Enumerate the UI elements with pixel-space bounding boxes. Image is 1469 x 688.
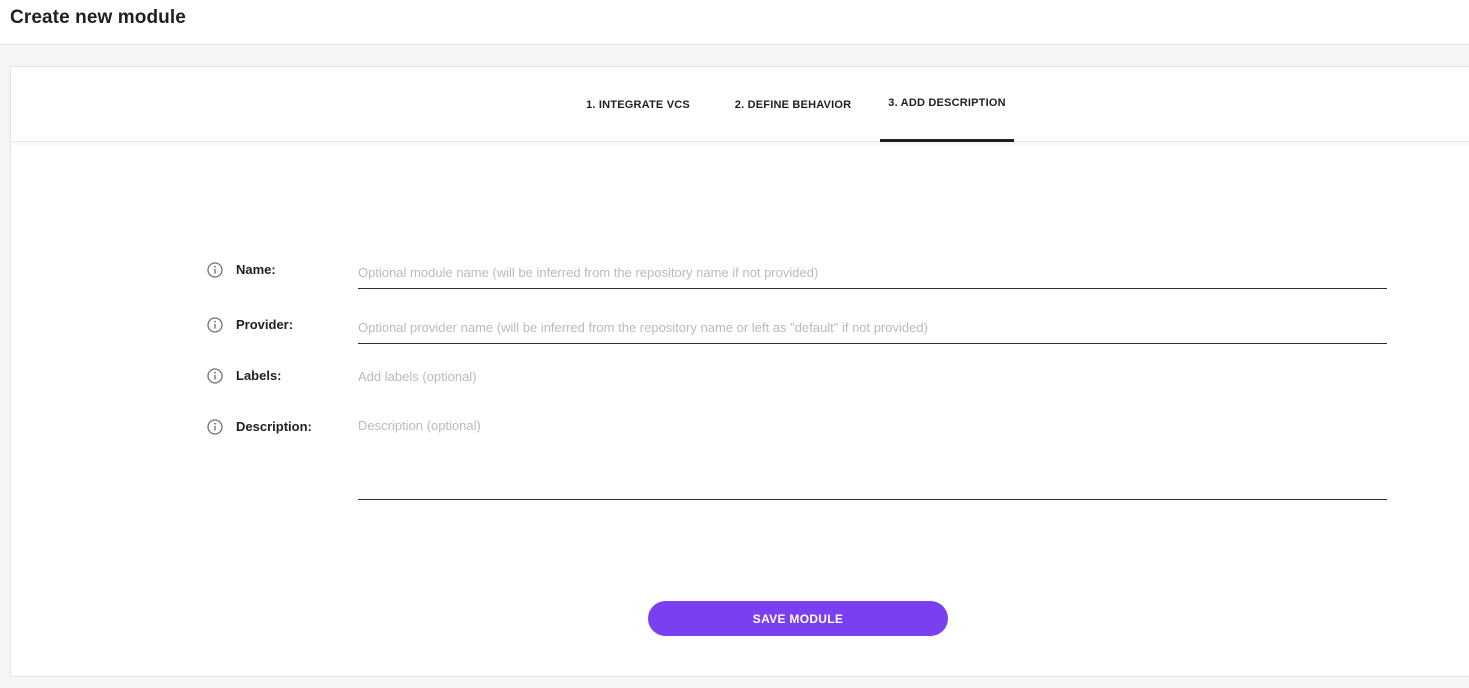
description-row: Description: [207,416,1387,500]
info-icon[interactable] [207,368,223,384]
step-add-description[interactable]: 3. ADD DESCRIPTION [880,67,1014,142]
name-label: Name: [236,262,276,277]
info-icon[interactable] [207,262,223,278]
name-row: Name: [207,257,1387,289]
description-textarea[interactable] [358,418,1387,500]
wizard-steps: 1. INTEGRATE VCS 2. DEFINE BEHAVIOR 3. A… [11,67,1469,142]
save-module-button[interactable]: SAVE MODULE [648,601,948,636]
provider-row: Provider: [207,312,1387,344]
info-icon[interactable] [207,317,223,333]
create-module-card: 1. INTEGRATE VCS 2. DEFINE BEHAVIOR 3. A… [10,66,1469,677]
page-header: Create new module [0,0,1469,45]
provider-label: Provider: [236,317,294,332]
step-integrate-vcs[interactable]: 1. INTEGRATE VCS [579,67,697,142]
labels-label: Labels: [236,368,282,383]
provider-input[interactable] [358,312,1387,344]
labels-input[interactable] [358,365,1387,387]
info-icon[interactable] [207,419,223,435]
step-define-behavior[interactable]: 2. DEFINE BEHAVIOR [721,67,865,142]
labels-row: Labels: [207,365,1387,387]
name-input[interactable] [358,257,1387,289]
description-label: Description: [236,419,312,434]
page-title: Create new module [10,7,186,28]
